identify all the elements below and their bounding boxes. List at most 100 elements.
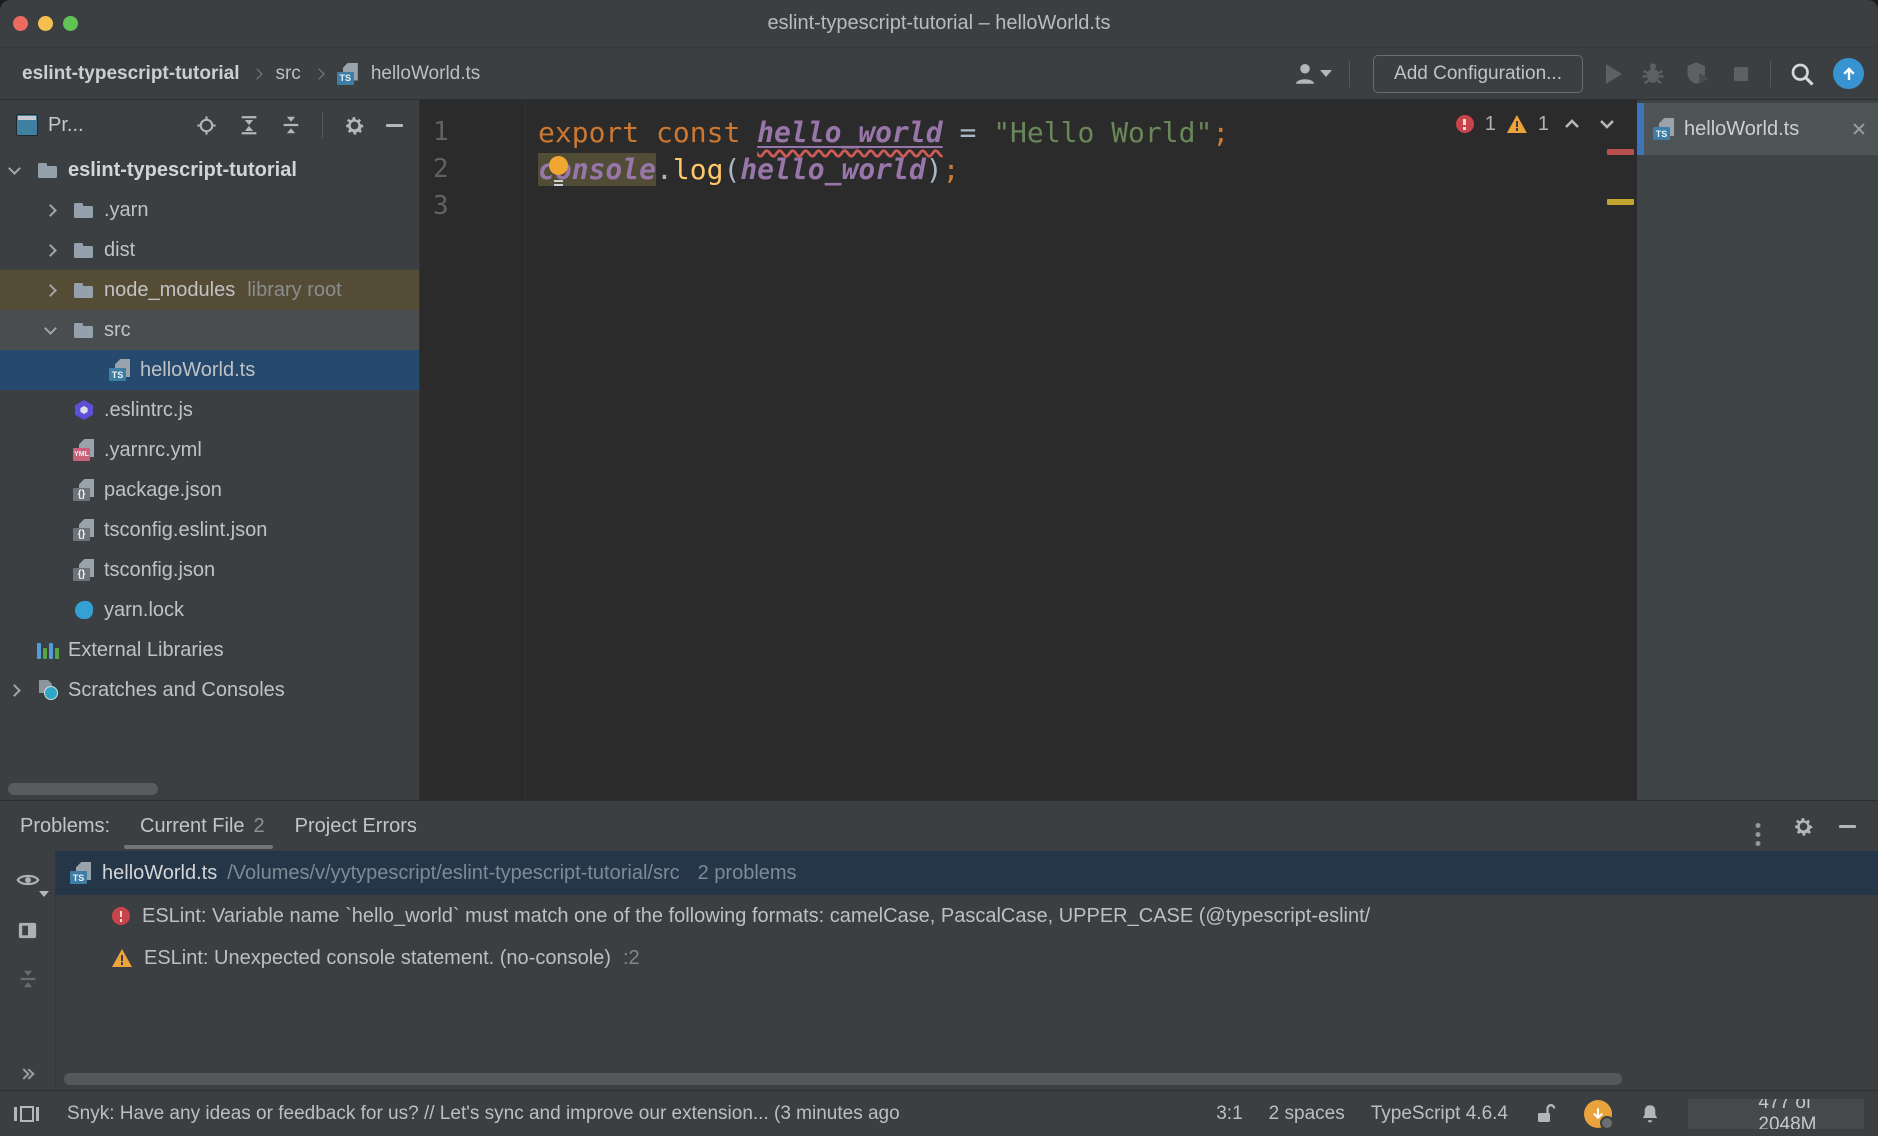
tree-item-helloworld-ts[interactable]: TShelloWorld.ts [0, 350, 419, 390]
chevron-right-icon[interactable] [8, 684, 21, 697]
add-configuration-button[interactable]: Add Configuration... [1373, 55, 1583, 93]
debug-button[interactable] [1639, 60, 1667, 88]
file-badge: TS [1653, 127, 1670, 140]
collapse-all-icon[interactable] [17, 968, 39, 990]
tree-item-eslint-typescript-tutorial[interactable]: eslint-typescript-tutorial [0, 150, 419, 190]
code-token: ; [1212, 116, 1229, 149]
tree-item-tsconfig-eslint-json[interactable]: {}tsconfig.eslint.json [0, 510, 419, 550]
folder-icon [37, 159, 59, 181]
close-tab-icon[interactable] [1852, 122, 1866, 136]
warning-stripe-mark[interactable] [1607, 199, 1634, 205]
tree-item-scratches-and-consoles[interactable]: Scratches and Consoles [0, 670, 419, 710]
problems-file-row[interactable]: TS helloWorld.ts /Volumes/v/yytypescript… [56, 851, 1878, 895]
more-options-icon[interactable] [1755, 823, 1760, 828]
warning-count[interactable]: 1 [1538, 113, 1549, 136]
collapse-all-icon[interactable] [280, 114, 302, 136]
breadcrumb-project[interactable]: eslint-typescript-tutorial [22, 63, 239, 85]
line-number[interactable]: 2 [433, 151, 525, 188]
notifications-bell-icon[interactable] [1638, 1102, 1662, 1126]
tree-item-node-modules[interactable]: node_moduleslibrary root [0, 270, 419, 310]
file-badge: {} [73, 568, 90, 581]
tree-item-eslintrc-js[interactable]: .eslintrc.js [0, 390, 419, 430]
tree-item-src[interactable]: src [0, 310, 419, 350]
chevron-right-icon[interactable] [44, 204, 57, 217]
problem-item-error[interactable]: ESLint: Variable name `hello_world` must… [56, 895, 1878, 937]
close-window-button[interactable] [13, 16, 28, 31]
breadcrumb-src[interactable]: src [275, 63, 300, 85]
editor-gutter[interactable]: 123 [420, 100, 526, 800]
tab-current-file[interactable]: Current File 2 [140, 801, 265, 851]
run-button[interactable] [1606, 64, 1622, 84]
chevron-down-icon [39, 891, 49, 897]
json-file-icon: {} [73, 559, 95, 581]
open-preview-icon[interactable] [16, 919, 39, 942]
error-stripe-mark[interactable] [1607, 149, 1634, 155]
memory-indicator[interactable]: 477 of 2048M [1688, 1099, 1864, 1129]
expand-all-icon[interactable] [238, 114, 260, 136]
code-token: hello_world [757, 116, 942, 149]
tree-item-yarnrc-yml[interactable]: YML.yarnrc.yml [0, 430, 419, 470]
background-sync-icon[interactable] [1584, 1100, 1612, 1128]
chevron-down-icon[interactable] [44, 322, 57, 335]
tool-window-bars-icon[interactable] [14, 1106, 39, 1122]
folder-icon [73, 199, 95, 221]
project-tree-scrollbar[interactable] [8, 783, 158, 795]
tree-item-label: dist [104, 239, 135, 262]
chevron-right-icon[interactable] [44, 244, 57, 257]
chevron-down-icon[interactable] [8, 162, 21, 175]
next-problem-icon[interactable] [1595, 112, 1619, 136]
user-account-icon[interactable] [1292, 61, 1332, 87]
tree-item-yarn-lock[interactable]: yarn.lock [0, 590, 419, 630]
hide-toolbar-icon[interactable] [23, 1070, 33, 1078]
previous-problem-icon[interactable] [1560, 112, 1584, 136]
view-options-eye-icon[interactable] [15, 867, 41, 893]
tree-item-suffix: library root [247, 279, 341, 302]
tree-item-external-libraries[interactable]: External Libraries [0, 630, 419, 670]
code-area[interactable]: export const hello_world = "Hello World"… [526, 100, 1637, 800]
tree-item-package-json[interactable]: {}package.json [0, 470, 419, 510]
hide-panel-icon[interactable] [1839, 825, 1856, 828]
lock-icon[interactable] [1534, 1102, 1558, 1126]
code-token: hello_world [740, 153, 925, 186]
tab-project-errors[interactable]: Project Errors [295, 801, 417, 851]
stop-button[interactable] [1729, 62, 1753, 86]
error-icon[interactable] [1456, 115, 1474, 133]
typescript-version[interactable]: TypeScript 4.6.4 [1371, 1103, 1508, 1125]
line-number[interactable]: 1 [433, 114, 525, 151]
chevron-right-icon[interactable] [44, 284, 57, 297]
tree-chevron-slot [46, 246, 73, 255]
line-number[interactable]: 3 [433, 188, 525, 225]
problems-scrollbar[interactable] [64, 1073, 1622, 1085]
editor: 123 export const hello_world = "Hello Wo… [420, 100, 1637, 800]
tab-project-errors-label: Project Errors [295, 815, 417, 838]
tree-item-tsconfig-json[interactable]: {}tsconfig.json [0, 550, 419, 590]
settings-gear-icon[interactable] [1792, 815, 1815, 838]
update-available-button[interactable] [1833, 58, 1864, 89]
caret-position[interactable]: 3:1 [1216, 1103, 1242, 1125]
ide-window: eslint-typescript-tutorial – helloWorld.… [0, 0, 1878, 1136]
warning-icon[interactable] [1507, 115, 1527, 133]
tree-item-dist[interactable]: dist [0, 230, 419, 270]
editor-tab-helloworld[interactable]: TS helloWorld.ts [1637, 103, 1878, 155]
typescript-file-icon: TS [109, 359, 131, 381]
search-everywhere-button[interactable] [1788, 60, 1816, 88]
locate-file-icon[interactable] [195, 114, 218, 137]
project-panel-actions [195, 112, 403, 138]
toolbar-divider [1770, 61, 1771, 87]
minimize-window-button[interactable] [38, 16, 53, 31]
main-toolbar: eslint-typescript-tutorial src TS helloW… [0, 48, 1878, 100]
breadcrumb-file[interactable]: helloWorld.ts [371, 63, 480, 85]
problems-header: Problems: Current File 2 Project Errors [0, 801, 1878, 851]
error-count[interactable]: 1 [1485, 113, 1496, 136]
zoom-window-button[interactable] [63, 16, 78, 31]
status-message[interactable]: Snyk: Have any ideas or feedback for us?… [67, 1103, 1202, 1125]
problem-item-warning[interactable]: ESLint: Unexpected console statement. (n… [56, 937, 1878, 979]
indent-setting[interactable]: 2 spaces [1269, 1103, 1345, 1125]
project-tool-window-icon[interactable] [16, 114, 38, 136]
settings-gear-icon[interactable] [343, 114, 366, 137]
hide-panel-icon[interactable] [386, 124, 403, 127]
run-with-coverage-button[interactable] [1684, 60, 1712, 88]
lightbulb-icon[interactable] [549, 156, 568, 175]
tree-item-yarn[interactable]: .yarn [0, 190, 419, 230]
code-token: ; [943, 153, 960, 186]
